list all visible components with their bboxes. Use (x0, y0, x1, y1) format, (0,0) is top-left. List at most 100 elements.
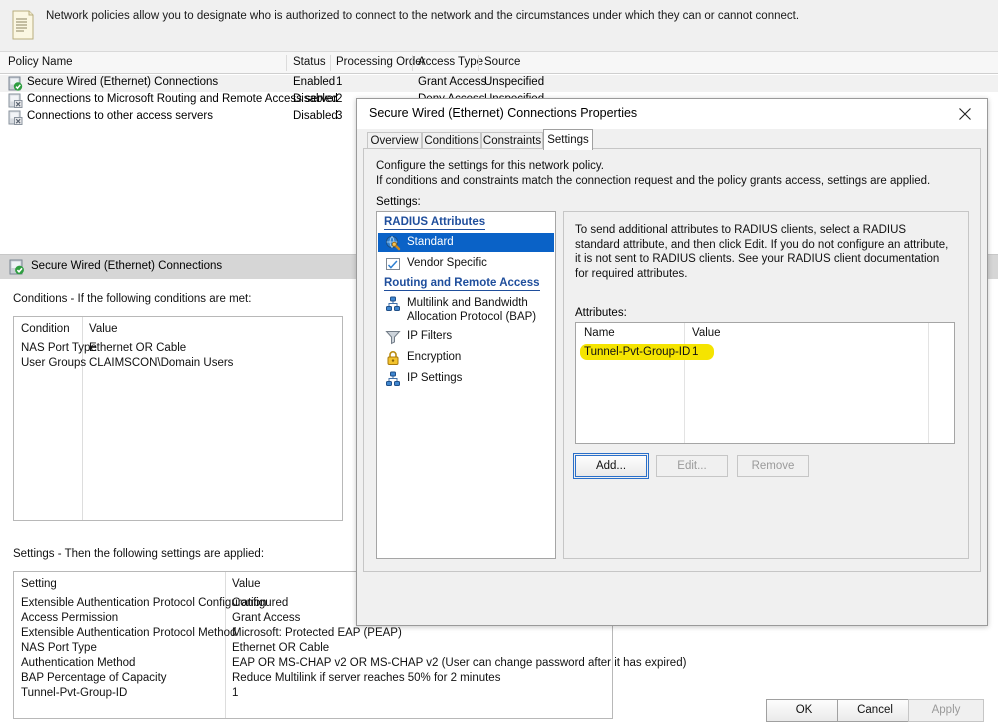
tree-item-label: IP Settings (407, 371, 462, 385)
properties-dialog: Secure Wired (Ethernet) Connections Prop… (356, 98, 988, 626)
tree-item-encryption[interactable]: Encryption (378, 348, 554, 367)
condition-value: Ethernet OR Cable (89, 342, 186, 354)
policy-list-header: Policy Name Status Processing Order Acce… (0, 52, 998, 74)
add-attribute-button[interactable]: Add... (575, 455, 647, 477)
settings-tab-panel: Configure the settings for this network … (363, 148, 981, 572)
setting-value: EAP OR MS-CHAP v2 OR MS-CHAP v2 (User ca… (232, 657, 686, 669)
radius-standard-description: To send additional attributes to RADIUS … (575, 223, 953, 281)
settings-column-value[interactable]: Value (232, 578, 261, 590)
condition-value: CLAIMSCON\Domain Users (89, 357, 233, 369)
attributes-list[interactable]: Name Value Tunnel-Pvt-Group-ID 1 (575, 322, 955, 444)
ok-button[interactable]: OK (766, 699, 842, 722)
tab-settings[interactable]: Settings (543, 129, 593, 150)
setting-value: Microsoft: Protected EAP (PEAP) (232, 627, 402, 639)
settings-intro-line1: Configure the settings for this network … (376, 159, 604, 174)
column-divider[interactable] (225, 572, 226, 718)
policy-status: Disabled (293, 93, 338, 105)
settings-tree-label: Settings: (376, 196, 421, 208)
column-divider[interactable] (286, 55, 287, 71)
attribute-name: Tunnel-Pvt-Group-ID (584, 346, 690, 358)
policy-processing-order: 3 (336, 110, 342, 122)
attributes-column-value[interactable]: Value (692, 327, 721, 339)
column-header-access-type[interactable]: Access Type (418, 56, 483, 68)
policy-scroll-icon (10, 9, 36, 41)
tree-item-label: Vendor Specific (407, 256, 487, 270)
settings-section-label: Settings - Then the following settings a… (13, 548, 264, 560)
settings-intro-line2: If conditions and constraints match the … (376, 174, 930, 189)
tree-item-ip-filters[interactable]: IP Filters (378, 327, 554, 346)
policy-processing-order: 2 (336, 93, 342, 105)
dialog-tabs: Overview Conditions Constraints Settings (357, 129, 987, 149)
setting-value: 1 (232, 687, 238, 699)
policy-source: Unspecified (484, 76, 544, 88)
column-header-status[interactable]: Status (293, 56, 326, 68)
conditions-column-value[interactable]: Value (89, 323, 118, 335)
policy-name: Connections to other access servers (27, 110, 213, 122)
conditions-section-label: Conditions - If the following conditions… (13, 293, 251, 305)
condition-name: NAS Port Type (21, 342, 97, 354)
apply-button[interactable]: Apply (908, 699, 984, 722)
filter-funnel-icon (385, 329, 401, 345)
setting-name: BAP Percentage of Capacity (21, 672, 167, 684)
policy-info-text: Network policies allow you to designate … (46, 9, 990, 23)
conditions-grid[interactable]: Condition Value NAS Port Type Ethernet O… (13, 316, 343, 521)
tree-item-standard[interactable]: Standard (378, 233, 554, 252)
setting-name: Tunnel-Pvt-Group-ID (21, 687, 127, 699)
policy-disabled-icon (8, 110, 23, 125)
close-icon[interactable] (943, 99, 987, 128)
tree-group-routing-remote-access: Routing and Remote Access (384, 277, 540, 289)
attribute-row[interactable]: Tunnel-Pvt-Group-ID 1 (576, 346, 954, 361)
vendor-specific-icon (385, 256, 401, 272)
policy-processing-order: 1 (336, 76, 342, 88)
setting-value: Configured (232, 597, 288, 609)
network-nodes-icon (385, 296, 401, 312)
setting-value: Grant Access (232, 612, 300, 624)
settings-column-setting[interactable]: Setting (21, 578, 57, 590)
dialog-title: Secure Wired (Ethernet) Connections Prop… (369, 106, 637, 120)
condition-name: User Groups (21, 357, 86, 369)
policy-disabled-icon (8, 93, 23, 108)
policy-status: Disabled (293, 110, 338, 122)
setting-name: Extensible Authentication Protocol Confi… (21, 597, 267, 609)
details-pane-title: Secure Wired (Ethernet) Connections (31, 260, 222, 272)
policy-access-type: Grant Access (418, 76, 486, 88)
dialog-titlebar[interactable]: Secure Wired (Ethernet) Connections Prop… (357, 99, 987, 129)
setting-name: NAS Port Type (21, 642, 97, 654)
attributes-column-name[interactable]: Name (584, 327, 615, 339)
tree-item-label: Multilink and Bandwidth Allocation Proto… (407, 296, 547, 324)
remove-attribute-button[interactable]: Remove (737, 455, 809, 477)
tree-item-label: Standard (407, 235, 454, 249)
cancel-button[interactable]: Cancel (837, 699, 913, 722)
setting-name: Extensible Authentication Protocol Metho… (21, 627, 236, 639)
column-header-source[interactable]: Source (484, 56, 520, 68)
edit-attribute-button[interactable]: Edit... (656, 455, 728, 477)
tree-item-ip-settings[interactable]: IP Settings (378, 369, 554, 388)
radius-standard-icon (385, 235, 401, 251)
column-divider[interactable] (412, 55, 413, 71)
tree-item-multilink-bap[interactable]: Multilink and Bandwidth Allocation Proto… (378, 294, 554, 324)
tree-item-label: IP Filters (407, 329, 452, 343)
policy-row-secure-wired[interactable]: Secure Wired (Ethernet) Connections Enab… (0, 75, 998, 92)
attributes-label: Attributes: (575, 307, 627, 319)
setting-name: Access Permission (21, 612, 118, 624)
tree-group-radius-attributes: RADIUS Attributes (384, 216, 485, 228)
setting-value: Reduce Multilink if server reaches 50% f… (232, 672, 500, 684)
tree-item-label: Encryption (407, 350, 461, 364)
column-header-policy-name[interactable]: Policy Name (8, 56, 73, 68)
column-divider[interactable] (330, 55, 331, 71)
conditions-column-condition[interactable]: Condition (21, 323, 70, 335)
column-divider[interactable] (928, 323, 929, 444)
tree-item-vendor-specific[interactable]: Vendor Specific (378, 254, 554, 273)
setting-name: Authentication Method (21, 657, 135, 669)
column-divider[interactable] (478, 55, 479, 71)
policy-info-banner: Network policies allow you to designate … (0, 0, 998, 52)
setting-value: Ethernet OR Cable (232, 642, 329, 654)
policy-status: Enabled (293, 76, 335, 88)
lock-icon (385, 350, 401, 366)
column-divider[interactable] (684, 323, 685, 444)
network-nodes-icon (385, 371, 401, 387)
attribute-value: 1 (692, 346, 698, 358)
policy-enabled-icon (8, 76, 23, 91)
settings-tree[interactable]: RADIUS Attributes Standard (376, 211, 556, 559)
policy-enabled-icon (9, 259, 25, 275)
